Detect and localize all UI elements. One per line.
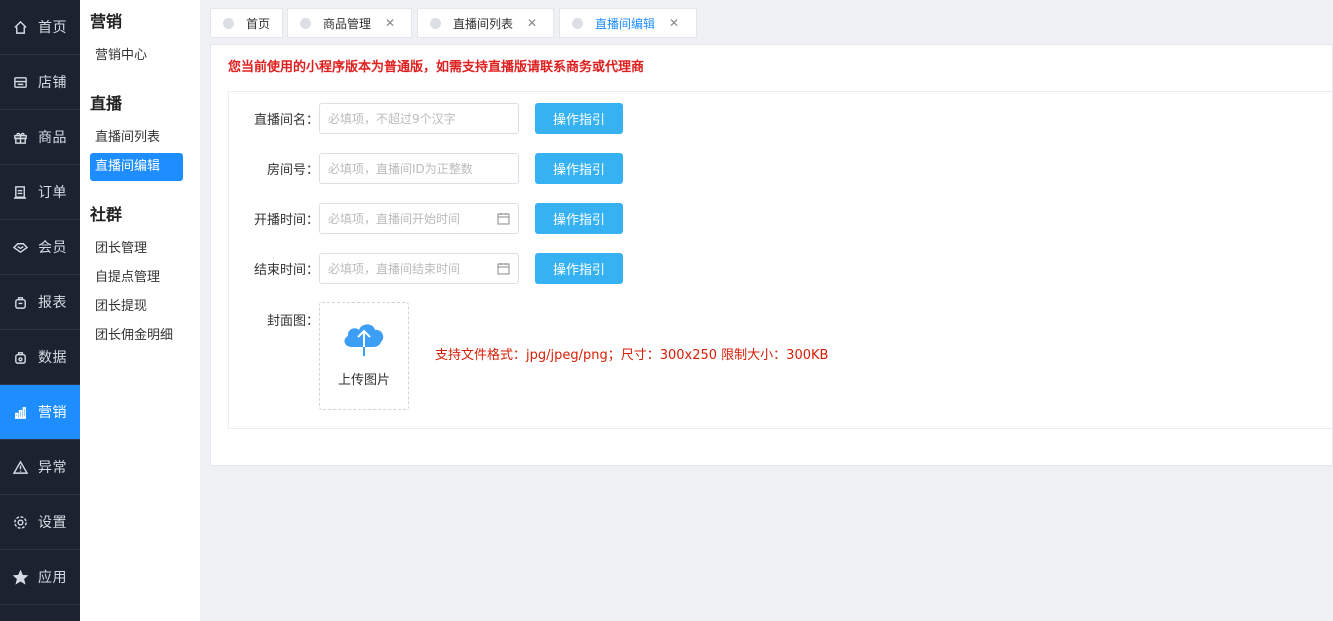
close-icon[interactable]: ✕ [527, 16, 537, 30]
field-label: 开播时间： [253, 212, 319, 228]
guide-button[interactable]: 操作指引 [535, 102, 623, 134]
star-icon [12, 569, 28, 585]
data-icon [12, 349, 28, 365]
nav-item-1[interactable]: 店铺 [0, 55, 80, 110]
calendar-icon[interactable] [497, 212, 510, 225]
sub-menu-item[interactable]: 营销中心 [90, 42, 183, 70]
guide-button[interactable]: 操作指引 [535, 152, 623, 184]
upload-format-hint: 支持文件格式：jpg/jpeg/png；尺寸：300x250 限制大小：300K… [435, 348, 829, 363]
nav-item-label: 数据 [38, 350, 67, 366]
field-label: 结束时间： [253, 262, 319, 278]
tab-bar: 首页 商品管理 ✕ 直播间列表 ✕ 直播间编辑 ✕ [200, 0, 1333, 44]
nav-item-5[interactable]: 报表 [0, 275, 80, 330]
cover-label: 封面图： [266, 314, 319, 329]
nav-item-8[interactable]: 异常 [0, 440, 80, 495]
nav-item-7[interactable]: 营销 [0, 385, 80, 440]
tab-1[interactable]: 商品管理 ✕ [287, 8, 412, 38]
tab-dot-icon [430, 17, 441, 29]
nav-item-label: 首页 [38, 20, 67, 36]
nav-item-label: 营销 [38, 405, 67, 421]
member-icon [12, 239, 28, 255]
nav-item-label: 商品 [38, 130, 67, 146]
nav-item-label: 设置 [38, 515, 67, 531]
text-input[interactable]: 必填项，不超过9个汉字 [319, 102, 519, 134]
sub-menu-item[interactable]: 团长提现 [90, 293, 183, 321]
settings-icon [12, 514, 28, 530]
tab-2[interactable]: 直播间列表 ✕ [417, 8, 554, 38]
nav-item-label: 店铺 [38, 75, 67, 91]
sub-menu-item[interactable]: 直播间编辑 [90, 153, 183, 181]
warning-icon [12, 459, 28, 475]
input-placeholder: 必填项，直播间ID为正整数 [328, 161, 473, 176]
order-icon [12, 184, 28, 200]
tab-dot-icon [223, 17, 234, 29]
nav-item-3[interactable]: 订单 [0, 165, 80, 220]
nav-item-4[interactable]: 会员 [0, 220, 80, 275]
close-icon[interactable]: ✕ [669, 16, 679, 30]
shop-icon [12, 74, 28, 90]
nav-item-label: 异常 [38, 460, 67, 476]
tab-dot-icon [300, 17, 311, 29]
nav-item-9[interactable]: 设置 [0, 495, 80, 550]
gift-icon [12, 129, 28, 145]
marketing-icon [12, 404, 28, 420]
nav-item-6[interactable]: 数据 [0, 330, 80, 385]
report-icon [12, 294, 28, 310]
sub-menu: 营销营销中心直播直播间列表 直播间编辑社群团长管理 自提点管理 团长提现 团长佣金明细 [80, 0, 200, 621]
text-input[interactable]: 必填项，直播间ID为正整数 [319, 152, 519, 184]
form-row: 房间号： 必填项，直播间ID为正整数 操作指引 [229, 152, 623, 184]
live-room-form: 封面图： 上传图片 支持文件格式：jpg/jpeg/png；尺寸：300x250… [228, 91, 1333, 429]
tab-label: 直播间列表 [453, 16, 514, 31]
nav-item-label: 报表 [38, 295, 67, 311]
nav-item-0[interactable]: 首页 [0, 0, 80, 55]
form-row: 直播间名： 必填项，不超过9个汉字 操作指引 [229, 102, 623, 134]
sub-menu-item[interactable]: 团长管理 [90, 235, 183, 263]
home-icon [12, 19, 28, 35]
sub-menu-item[interactable]: 自提点管理 [90, 264, 183, 292]
nav-item-10[interactable]: 应用 [0, 550, 80, 605]
sub-menu-item[interactable]: 团长佣金明细 [90, 322, 183, 350]
sub-group-title: 直播 [90, 94, 123, 113]
sub-group-title: 社群 [90, 205, 123, 224]
sub-menu-item[interactable]: 直播间列表 [90, 124, 183, 152]
tab-0[interactable]: 首页 [210, 8, 283, 38]
close-icon[interactable]: ✕ [385, 16, 395, 30]
edit-panel: 您当前使用的小程序版本为普通版，如需支持直播版请联系商务或代理商 封面图： 上传… [210, 44, 1333, 466]
nav-item-label: 订单 [38, 185, 67, 201]
field-label: 房间号： [266, 162, 319, 178]
guide-button[interactable]: 操作指引 [535, 202, 623, 234]
date-input[interactable]: 必填项，直播间结束时间 [319, 252, 519, 284]
main-nav: 首页店铺商品订单会员报表数据营销异常设置应用 [0, 0, 80, 621]
form-row: 结束时间： 必填项，直播间结束时间 操作指引 [229, 252, 623, 284]
form-row: 开播时间： 必填项，直播间开始时间 操作指引 [229, 202, 623, 234]
field-label: 直播间名： [253, 112, 319, 128]
nav-item-label: 应用 [38, 570, 67, 586]
tab-dot-icon [572, 17, 583, 29]
cloud-upload-icon [340, 317, 388, 361]
guide-button[interactable]: 操作指引 [535, 252, 623, 284]
input-placeholder: 必填项，不超过9个汉字 [328, 111, 456, 126]
upload-image-button[interactable]: 上传图片 [319, 302, 409, 410]
tab-label: 首页 [246, 16, 271, 31]
sub-group-title: 营销 [90, 12, 123, 31]
nav-item-2[interactable]: 商品 [0, 110, 80, 165]
date-input[interactable]: 必填项，直播间开始时间 [319, 202, 519, 234]
tab-3[interactable]: 直播间编辑 ✕ [559, 8, 697, 38]
input-placeholder: 必填项，直播间结束时间 [328, 261, 461, 276]
tab-label: 商品管理 [323, 16, 372, 31]
input-placeholder: 必填项，直播间开始时间 [328, 211, 461, 226]
tab-label: 直播间编辑 [595, 16, 656, 31]
upload-image-label: 上传图片 [337, 373, 390, 388]
nav-item-label: 会员 [38, 240, 67, 256]
version-notice: 您当前使用的小程序版本为普通版，如需支持直播版请联系商务或代理商 [228, 60, 645, 75]
calendar-icon[interactable] [497, 262, 510, 275]
